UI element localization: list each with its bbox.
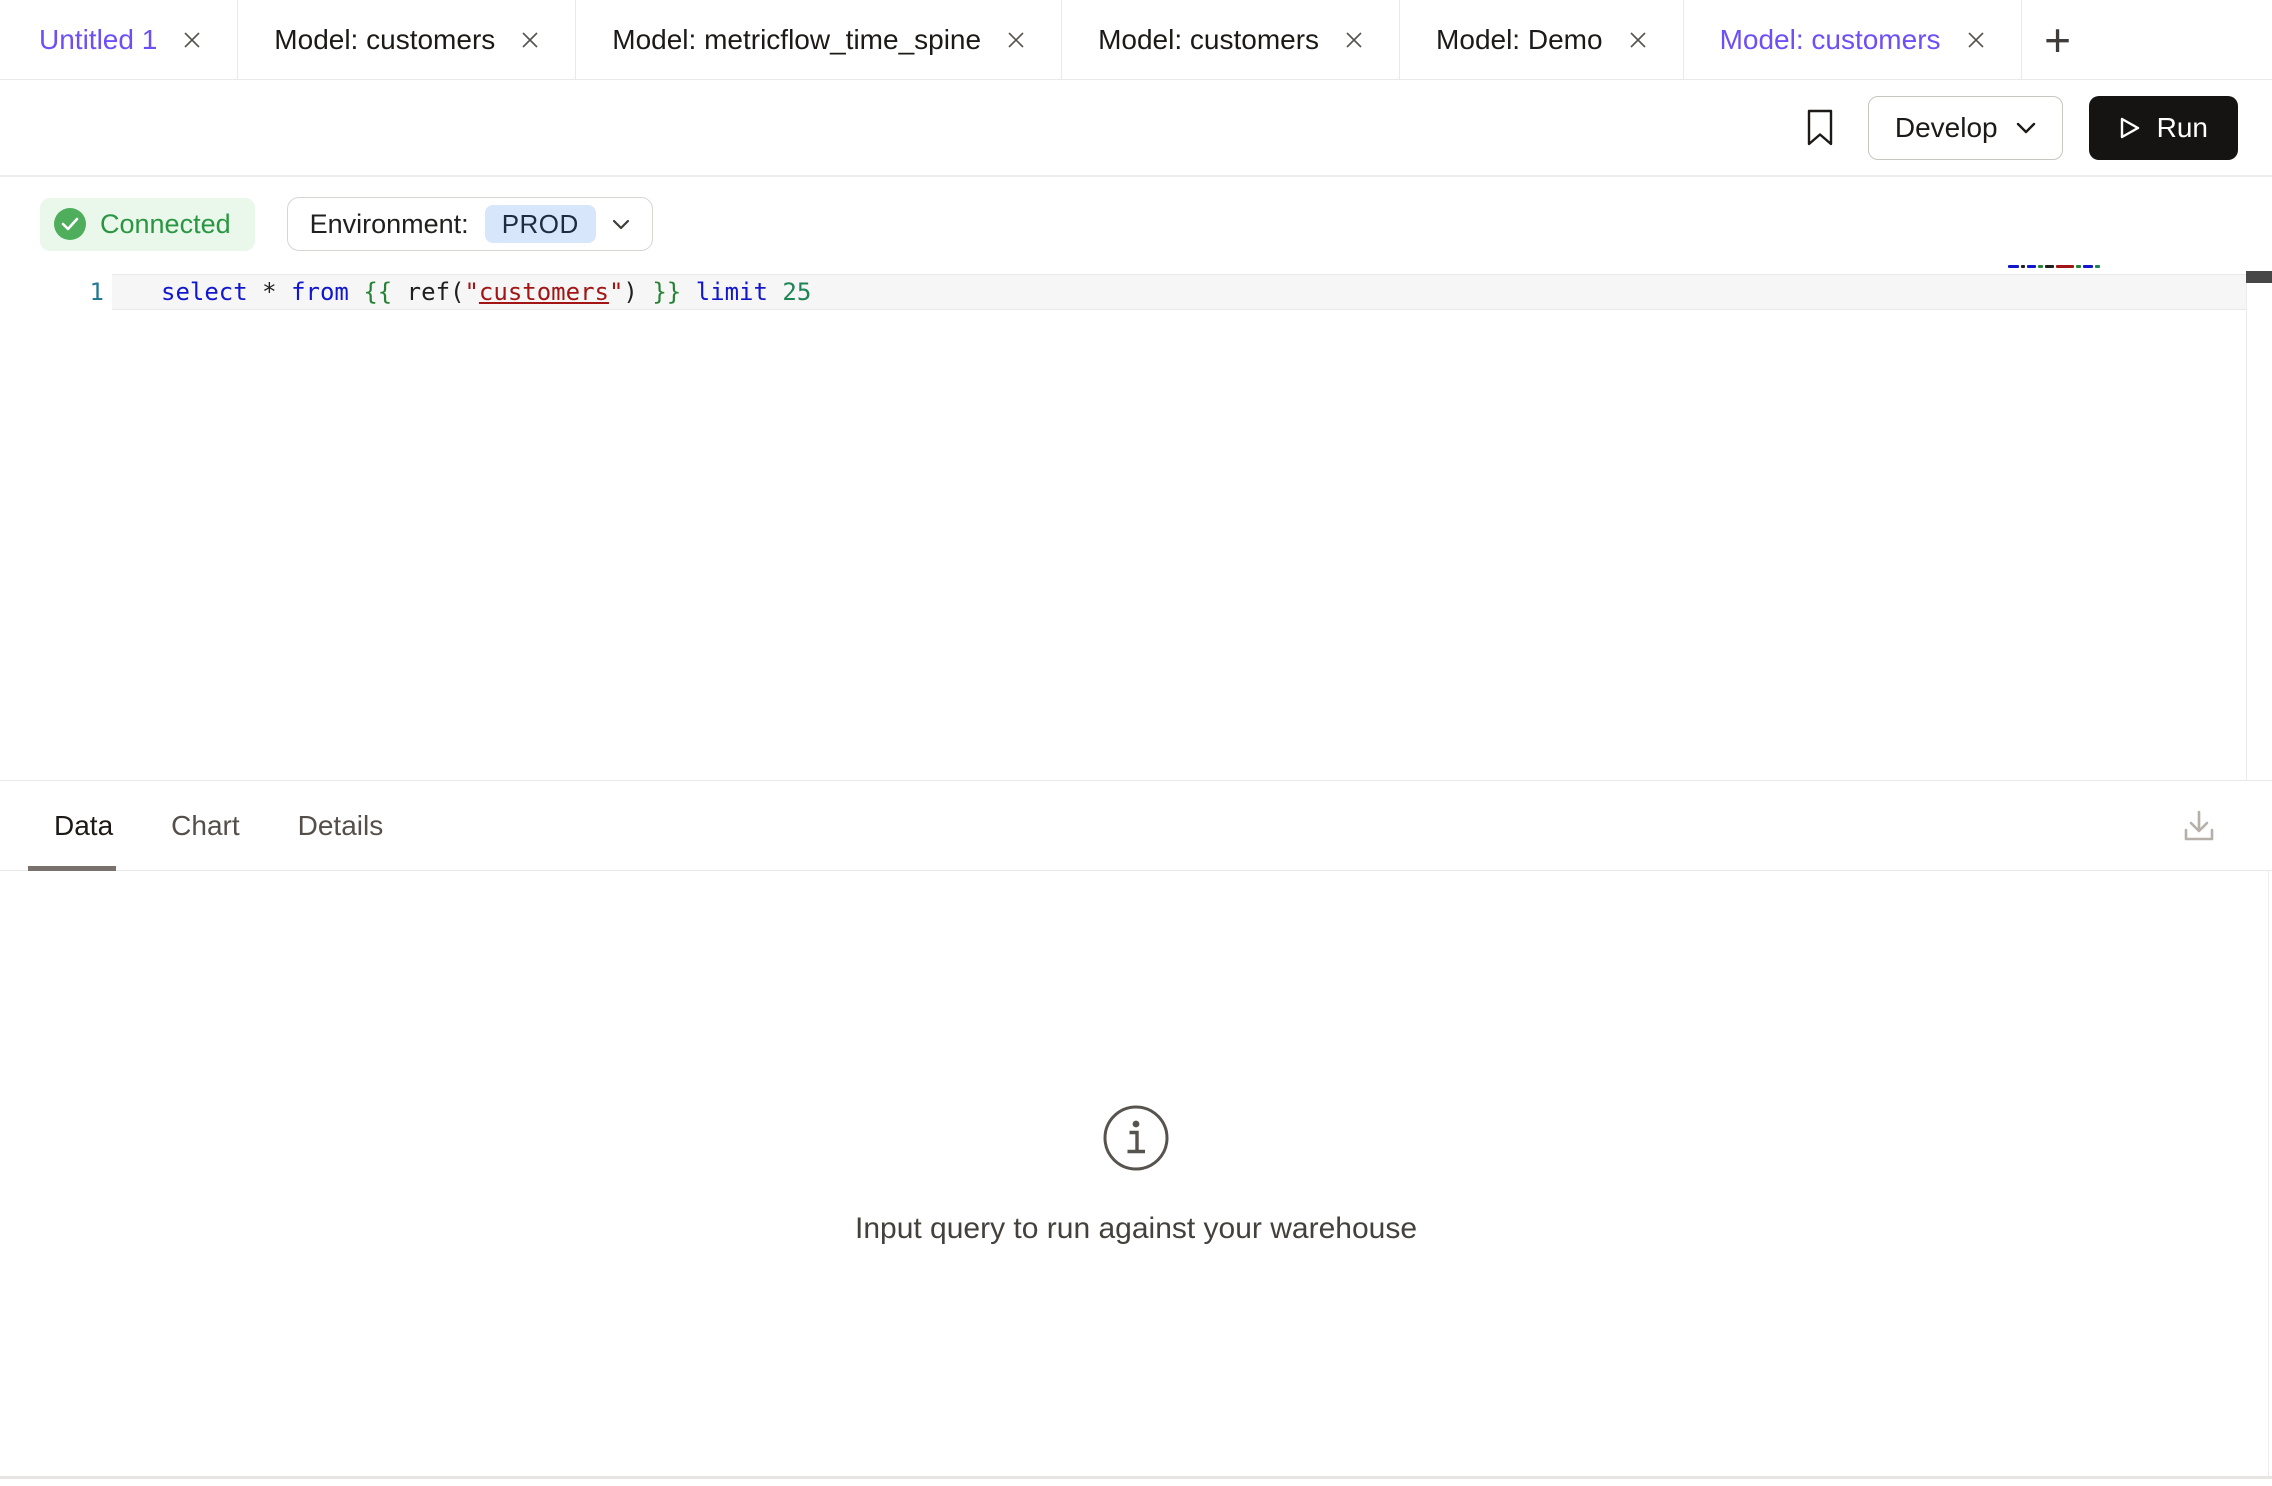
environment-select[interactable]: Environment: PROD — [287, 197, 653, 251]
play-icon — [2119, 116, 2141, 140]
code-token — [768, 278, 782, 306]
tab-model-customers-3[interactable]: Model: customers — [1684, 0, 2022, 79]
tab-data[interactable]: Data — [54, 810, 113, 842]
develop-button[interactable]: Develop — [1868, 96, 2063, 160]
tab-label: Model: customers — [1720, 24, 1941, 56]
run-button-label: Run — [2157, 112, 2208, 144]
environment-value-badge: PROD — [485, 205, 596, 243]
code-token: 25 — [782, 278, 811, 306]
download-icon — [2178, 805, 2220, 847]
code-token: * — [248, 278, 291, 306]
editor-current-line-row: 1 select * from {{ ref("customers") }} l… — [0, 274, 2272, 310]
tab-model-customers-2[interactable]: Model: customers — [1062, 0, 1400, 79]
develop-button-label: Develop — [1895, 112, 1998, 144]
code-token-model-link[interactable]: customers — [479, 278, 609, 306]
download-button[interactable] — [2176, 803, 2222, 849]
tab-model-metricflow-time-spine[interactable]: Model: metricflow_time_spine — [576, 0, 1062, 79]
ide-window: Untitled 1 Model: customers Model: metri… — [0, 0, 2272, 1486]
tab-label: Model: customers — [274, 24, 495, 56]
check-circle-icon — [54, 208, 86, 240]
code-token — [681, 278, 695, 306]
window-scrollbar-track — [2268, 871, 2269, 1476]
info-icon — [1100, 1102, 1172, 1174]
editor-minimap[interactable] — [2008, 265, 2103, 279]
editor-tab-bar: Untitled 1 Model: customers Model: metri… — [0, 0, 2272, 80]
code-token: " — [464, 278, 478, 306]
tab-chart[interactable]: Chart — [171, 810, 239, 842]
code-token: " — [609, 278, 623, 306]
code-token — [349, 278, 363, 306]
new-tab-button[interactable]: + — [2022, 0, 2094, 79]
close-icon[interactable] — [1625, 27, 1651, 53]
header-toolbar: Develop Run — [0, 80, 2272, 177]
bottom-margin — [0, 1479, 2272, 1486]
connection-status-badge: Connected — [40, 198, 255, 251]
results-tab-bar: Data Chart Details — [0, 781, 2272, 871]
chevron-down-icon — [2016, 122, 2036, 134]
plus-icon: + — [2044, 13, 2071, 67]
close-icon[interactable] — [517, 27, 543, 53]
sql-editor-pane: Connected Environment: PROD 1 select * f… — [0, 177, 2272, 781]
code-token: select — [161, 278, 248, 306]
code-token: ref( — [392, 278, 464, 306]
code-token: from — [291, 278, 349, 306]
environment-label: Environment: — [310, 209, 469, 240]
chevron-down-icon — [612, 219, 630, 230]
line-number: 1 — [0, 274, 104, 310]
tab-label: Model: metricflow_time_spine — [612, 24, 981, 56]
tab-label: Untitled 1 — [39, 24, 157, 56]
editor-scrollbar-track — [2246, 271, 2247, 780]
results-panel: Input query to run against your warehous… — [0, 871, 2272, 1479]
code-line[interactable]: select * from {{ ref("customers") }} lim… — [161, 274, 811, 310]
code-token: ) — [623, 278, 652, 306]
code-token: {{ — [363, 278, 392, 306]
close-icon[interactable] — [179, 27, 205, 53]
editor-scrollbar-thumb[interactable] — [2246, 271, 2272, 283]
bookmark-icon[interactable] — [1798, 106, 1842, 150]
run-button[interactable]: Run — [2089, 96, 2238, 160]
close-icon[interactable] — [1341, 27, 1367, 53]
code-token: }} — [652, 278, 681, 306]
close-icon[interactable] — [1003, 27, 1029, 53]
tab-label: Model: customers — [1098, 24, 1319, 56]
tab-details[interactable]: Details — [298, 810, 384, 842]
tab-label: Model: Demo — [1436, 24, 1603, 56]
connection-status-label: Connected — [100, 209, 231, 240]
tab-model-demo[interactable]: Model: Demo — [1400, 0, 1684, 79]
tab-untitled-1[interactable]: Untitled 1 — [0, 0, 238, 79]
editor-status-row: Connected Environment: PROD — [40, 197, 2272, 251]
code-token: limit — [696, 278, 768, 306]
tab-model-customers-1[interactable]: Model: customers — [238, 0, 576, 79]
empty-state-message: Input query to run against your warehous… — [855, 1212, 1417, 1246]
close-icon[interactable] — [1963, 27, 1989, 53]
